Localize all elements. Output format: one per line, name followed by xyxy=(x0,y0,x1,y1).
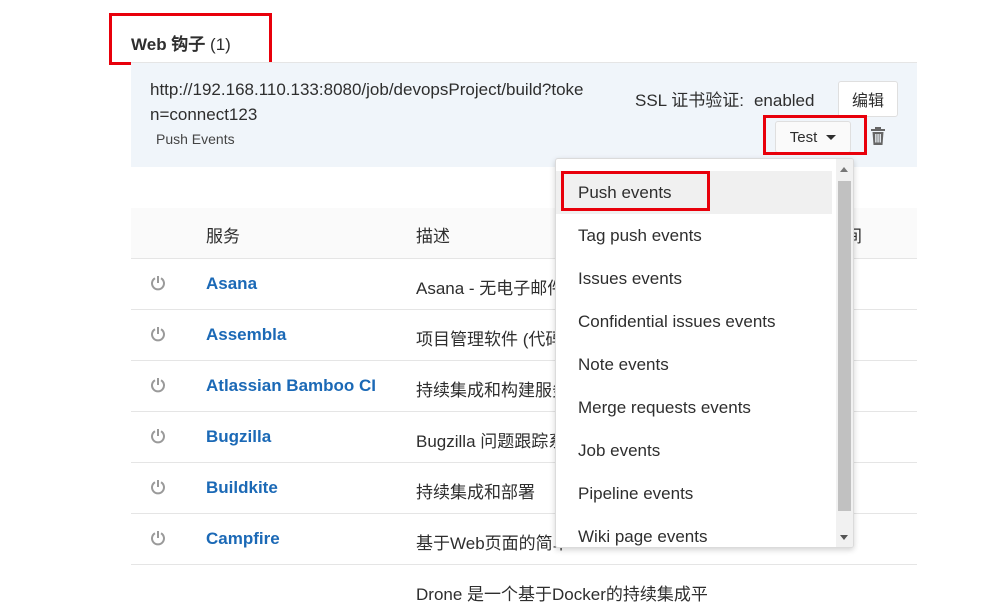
test-events-dropdown: Push events Tag push events Issues event… xyxy=(555,158,854,548)
menu-item-job-events[interactable]: Job events xyxy=(556,429,832,472)
menu-item-tag-push-events[interactable]: Tag push events xyxy=(556,214,832,257)
ssl-label: SSL 证书验证: xyxy=(635,91,744,110)
power-icon xyxy=(151,378,165,393)
power-icon xyxy=(151,276,165,291)
service-name[interactable]: Buildkite xyxy=(206,478,278,498)
menu-item-confidential-issues-events[interactable]: Confidential issues events xyxy=(556,300,832,343)
power-icon xyxy=(151,480,165,495)
header-service: 服务 xyxy=(206,227,240,246)
service-name[interactable]: Atlassian Bamboo CI xyxy=(206,376,376,396)
test-events-list: Push events Tag push events Issues event… xyxy=(556,171,832,547)
service-name[interactable]: Assembla xyxy=(206,325,286,345)
webhook-url: http://192.168.110.133:8080/job/devopsPr… xyxy=(150,80,584,124)
service-name[interactable]: Campfire xyxy=(206,529,280,549)
menu-item-issues-events[interactable]: Issues events xyxy=(556,257,832,300)
power-icon xyxy=(151,327,165,342)
menu-item-wiki-page-events[interactable]: Wiki page events xyxy=(556,515,832,547)
highlight-test-button xyxy=(763,115,867,155)
menu-item-merge-requests-events[interactable]: Merge requests events xyxy=(556,386,832,429)
highlight-push-events xyxy=(561,171,710,211)
ssl-verification: SSL 证书验证: enabled xyxy=(635,86,814,111)
scrollbar-thumb[interactable] xyxy=(838,181,851,511)
header-description: 描述 xyxy=(416,227,450,246)
scroll-down-arrow-icon[interactable] xyxy=(840,535,848,540)
power-icon xyxy=(151,531,165,546)
dropdown-scrollbar[interactable] xyxy=(836,159,853,547)
service-description: 项目管理软件 (代码 xyxy=(416,330,563,349)
service-name[interactable]: Bugzilla xyxy=(206,427,271,447)
edit-button[interactable]: 编辑 xyxy=(838,81,898,117)
service-description: 持续集成和构建服务 xyxy=(416,381,569,400)
service-description: Bugzilla 问题跟踪系 xyxy=(416,432,566,451)
service-name[interactable]: Asana xyxy=(206,274,257,294)
webhook-events: Push Events xyxy=(156,131,235,147)
ssl-value: enabled xyxy=(753,91,815,110)
menu-item-pipeline-events[interactable]: Pipeline events xyxy=(556,472,832,515)
scroll-up-arrow-icon[interactable] xyxy=(840,167,848,172)
menu-item-note-events[interactable]: Note events xyxy=(556,343,832,386)
highlight-webhooks-title xyxy=(109,13,272,65)
table-row: Drone 是一个基于Docker的持续集成平 xyxy=(131,565,917,615)
trash-icon[interactable] xyxy=(870,127,886,145)
service-description: 基于Web页面的简单 xyxy=(416,534,570,553)
service-description: 持续集成和部署 xyxy=(416,483,535,502)
power-icon xyxy=(151,429,165,444)
service-description: Asana - 无电子邮件 xyxy=(416,279,565,298)
